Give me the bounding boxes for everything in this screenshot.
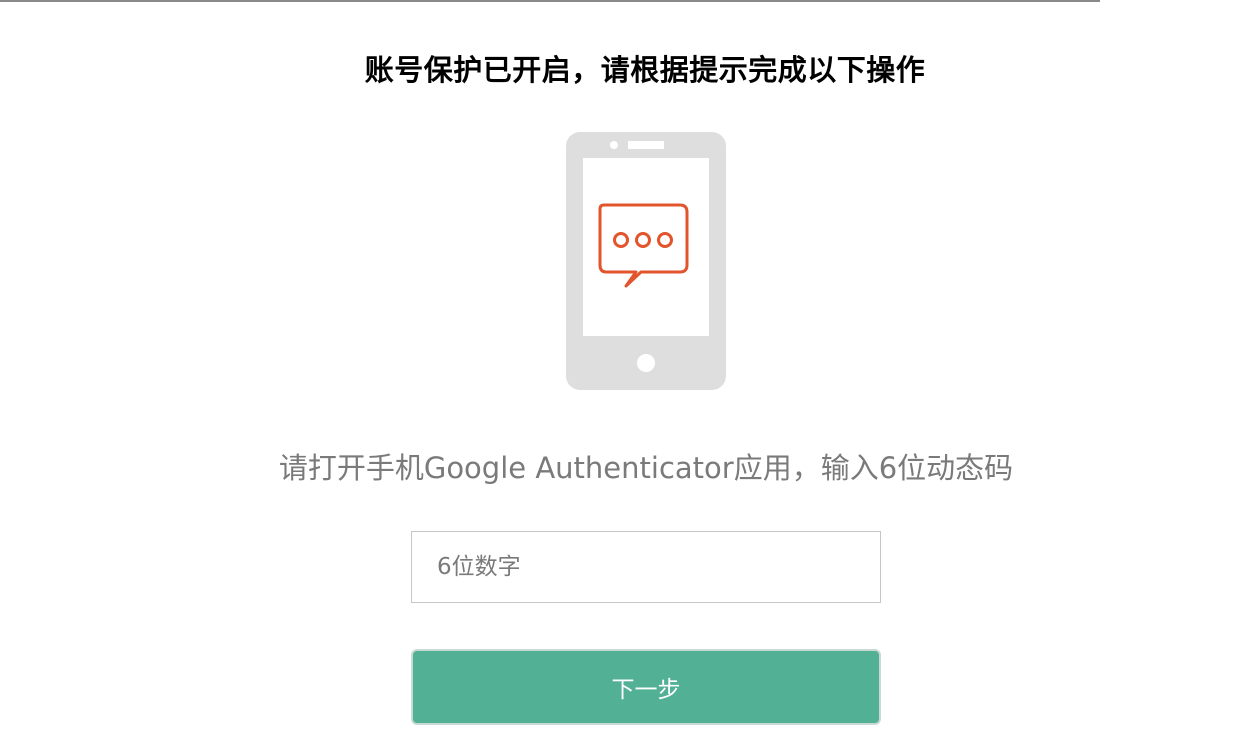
next-step-button[interactable]: 下一步 xyxy=(411,649,881,725)
verification-code-input[interactable] xyxy=(411,531,881,603)
top-divider xyxy=(0,0,1100,2)
phone-message-icon xyxy=(566,132,726,390)
page-title: 账号保护已开启，请根据提示完成以下操作 xyxy=(364,53,926,87)
two-factor-page: 账号保护已开启，请根据提示完成以下操作 请打开手机Google Authenti… xyxy=(0,0,1250,740)
instruction-text: 请打开手机Google Authenticator应用，输入6位动态码 xyxy=(278,451,1014,485)
